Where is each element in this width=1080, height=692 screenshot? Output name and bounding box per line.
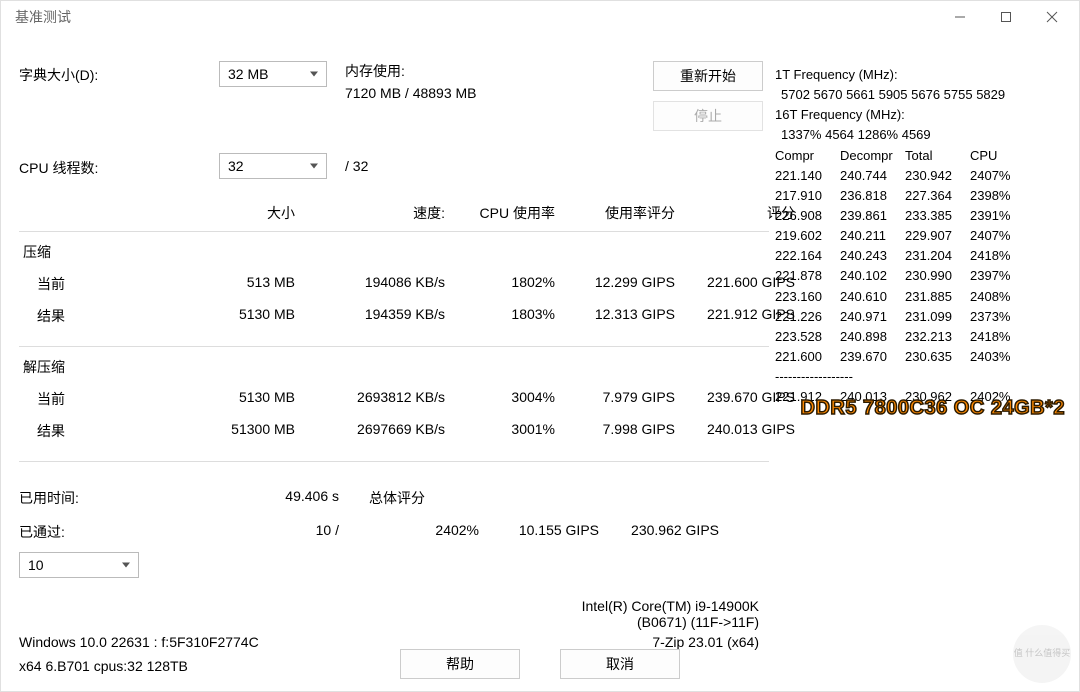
- passed-value: 10 /: [219, 522, 339, 538]
- stats-row: 221.600239.670230.6352403%: [775, 347, 1065, 367]
- table-row: 当前 5130 MB 2693812 KB/s 3004% 7.979 GIPS…: [19, 383, 769, 415]
- stats-row: 217.910236.818227.3642398%: [775, 186, 1065, 206]
- os-info: Windows 10.0 22631 : f:5F310F2774C: [19, 634, 259, 650]
- freq-1t-values: 5702 5670 5661 5905 5676 5755 5829: [775, 85, 1065, 105]
- watermark-icon: 值 什么值得买: [1013, 625, 1071, 683]
- overall-rating: 230.962 GIPS: [599, 522, 719, 538]
- stats-row: 219.602240.211229.9072407%: [775, 226, 1065, 246]
- threads-total: / 32: [345, 158, 368, 174]
- col-size: 大小: [199, 199, 299, 227]
- mem-usage-value: 7120 MB / 48893 MB: [345, 85, 477, 101]
- help-button[interactable]: 帮助: [400, 649, 520, 679]
- stats-row: 223.160240.610231.8852408%: [775, 287, 1065, 307]
- stats-header: ComprDecomprTotalCPU: [775, 146, 1065, 166]
- freq-1t-label: 1T Frequency (MHz):: [775, 65, 1065, 85]
- stop-button: 停止: [653, 101, 763, 131]
- col-speed: 速度:: [299, 199, 449, 227]
- threads-select[interactable]: 32: [219, 153, 327, 179]
- cpu-name: Intel(R) Core(TM) i9-14900K: [19, 598, 769, 614]
- minimize-button[interactable]: [937, 1, 983, 33]
- passed-label: 已通过:: [19, 522, 219, 542]
- overall-cpu: 2402%: [369, 522, 479, 538]
- stats-divider: ------------------: [775, 367, 1065, 387]
- mem-usage-label: 内存使用:: [345, 61, 477, 81]
- table-row: 当前 513 MB 194086 KB/s 1802% 12.299 GIPS …: [19, 268, 769, 300]
- close-button[interactable]: [1029, 1, 1075, 33]
- freq-16t-label: 16T Frequency (MHz):: [775, 105, 1065, 125]
- table-row: 结果 51300 MB 2697669 KB/s 3001% 7.998 GIP…: [19, 415, 769, 447]
- overlay-annotation: DDR5 7800C36 OC 24GB*2: [801, 397, 1065, 420]
- window-title: 基准测试: [15, 7, 71, 27]
- stats-row: 222.164240.243231.2042418%: [775, 246, 1065, 266]
- restart-button[interactable]: 重新开始: [653, 61, 763, 91]
- compress-section: 压缩: [19, 236, 769, 268]
- dict-size-select[interactable]: 32 MB: [219, 61, 327, 87]
- app-info: 7-Zip 23.01 (x64): [652, 634, 769, 650]
- elapsed-value: 49.406 s: [219, 488, 339, 504]
- stats-row: 223.528240.898232.2132418%: [775, 327, 1065, 347]
- col-cpu: CPU 使用率: [449, 199, 559, 227]
- decompress-section: 解压缩: [19, 351, 769, 383]
- cancel-button[interactable]: 取消: [560, 649, 680, 679]
- stats-row: 226.908239.861233.3852391%: [775, 206, 1065, 226]
- maximize-button[interactable]: [983, 1, 1029, 33]
- elapsed-label: 已用时间:: [19, 488, 219, 508]
- dict-size-label: 字典大小(D):: [19, 61, 219, 85]
- passes-select[interactable]: 10: [19, 552, 139, 578]
- stats-row: 221.226240.971231.0992373%: [775, 307, 1065, 327]
- benchmark-window: 基准测试 字典大小(D): 32 MB 内存使用: 7120 MB / 4889…: [0, 0, 1080, 692]
- threads-label: CPU 线程数:: [19, 154, 219, 178]
- overall-rating-label: 总体评分: [369, 488, 479, 508]
- overall-usage-rating: 10.155 GIPS: [479, 522, 599, 538]
- stats-row: 221.878240.102230.9902397%: [775, 266, 1065, 286]
- stats-row: 221.140240.744230.9422407%: [775, 166, 1065, 186]
- titlebar: 基准测试: [1, 1, 1079, 33]
- log-panel: 1T Frequency (MHz): 5702 5670 5661 5905 …: [775, 65, 1065, 407]
- table-row: 结果 5130 MB 194359 KB/s 1803% 12.313 GIPS…: [19, 300, 769, 332]
- freq-16t-values: 1337% 4564 1286% 4569: [775, 125, 1065, 145]
- col-usage-rating: 使用率评分: [559, 199, 679, 227]
- cpu-id: (B0671) (11F->11F): [19, 614, 769, 630]
- table-header: 大小 速度: CPU 使用率 使用率评分 评分: [19, 199, 769, 227]
